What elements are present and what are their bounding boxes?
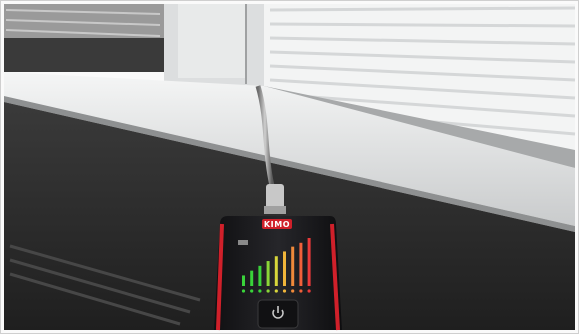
led-bar-3 <box>258 265 262 286</box>
led-dot-6 <box>282 289 287 293</box>
led-bar-9 <box>307 238 311 286</box>
led-bar-6 <box>283 251 286 286</box>
led-dot-2 <box>250 289 254 293</box>
led-dot-1 <box>241 289 246 293</box>
led-bar-7 <box>291 246 295 286</box>
led-dot-9 <box>307 289 311 293</box>
measurement-device: KIMO <box>214 216 342 331</box>
led-dot-8 <box>299 289 303 293</box>
led-bar-1 <box>242 275 245 286</box>
led-dot-4 <box>266 289 270 293</box>
led-dot-5 <box>274 289 278 293</box>
brand-label: KIMO <box>264 220 290 229</box>
led-bar-8 <box>299 242 303 286</box>
led-dot-7 <box>291 289 295 293</box>
led-bar-2 <box>250 270 254 286</box>
led-dot-3 <box>258 289 262 293</box>
led-bar-5 <box>274 256 278 286</box>
scene-photo: KIMO <box>0 0 579 334</box>
led-bar-4 <box>266 261 270 286</box>
power-button[interactable] <box>257 299 299 329</box>
battery-indicator <box>238 240 248 245</box>
